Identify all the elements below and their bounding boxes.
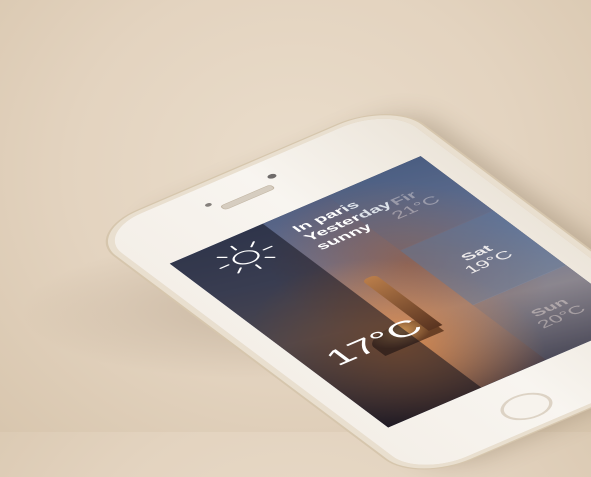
weather-screen: In paris Yesterday sunny 17°C Fir 21°C S… — [169, 156, 591, 428]
home-button[interactable] — [491, 387, 562, 426]
scene: In paris Yesterday sunny 17°C Fir 21°C S… — [0, 0, 591, 477]
proximity-sensor — [203, 202, 214, 208]
front-camera — [265, 172, 279, 180]
earpiece-speaker — [219, 184, 276, 211]
